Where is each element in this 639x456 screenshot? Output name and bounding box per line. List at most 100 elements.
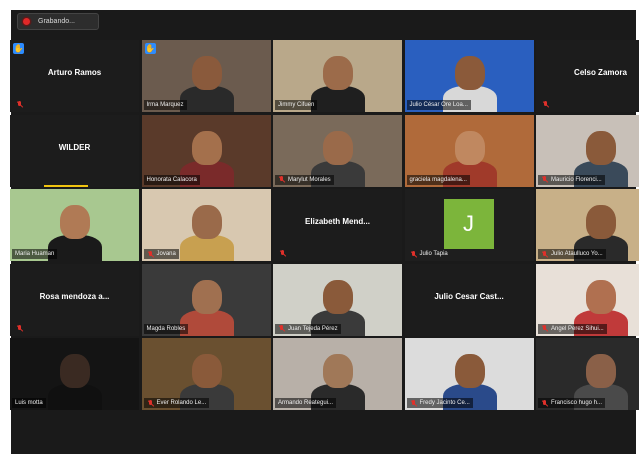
participant-name: Julio Ataulluco Yo...	[551, 251, 603, 257]
participant-tile[interactable]: Mauricio Florenci...	[536, 114, 639, 187]
participant-tile[interactable]: Jimmy Cifuen	[273, 40, 402, 112]
participant-face	[586, 205, 616, 239]
muted-mic-icon	[147, 250, 154, 258]
participant-name-label: Fredy Jacinto Ce...	[406, 398, 473, 408]
muted-mic-icon	[541, 176, 548, 183]
participant-name: Fredy Jacinto Ce...	[419, 400, 470, 406]
participant-name: Luis motta	[15, 400, 43, 406]
participant-face	[454, 354, 485, 388]
speaking-indicator	[44, 184, 88, 187]
muted-mic-icon	[542, 101, 549, 108]
participant-face	[323, 354, 353, 388]
participant-name: graciela magdalena...	[409, 176, 467, 183]
participant-tile[interactable]: Juan Tejeda Pérez	[273, 263, 402, 336]
muted-mic-icon	[278, 325, 285, 332]
muted-mic-icon	[279, 250, 286, 257]
participant-tile[interactable]: Elizabeth Mend...	[273, 189, 402, 261]
participant-face	[586, 279, 616, 314]
participant-name: Rosa mendoza a...	[39, 291, 110, 301]
participant-face	[191, 354, 222, 388]
participant-tile[interactable]: Angel Perez Sihui...	[536, 263, 639, 336]
participant-face	[60, 205, 90, 239]
recording-indicator[interactable]: Grabando...	[17, 13, 99, 30]
participant-tile[interactable]: Ever Rolando Le...	[141, 338, 271, 410]
participant-tile[interactable]: Francisco hugo h...	[536, 338, 639, 410]
participant-name: Celso Zamora	[574, 68, 627, 77]
muted-mic-icon	[278, 176, 285, 183]
participant-tile[interactable]: Magda Robles	[141, 263, 271, 336]
participant-name: WILDER	[58, 142, 91, 152]
participant-face	[323, 279, 353, 314]
participant-name: Mauricio Florenci...	[551, 176, 602, 183]
participant-name-label: Julio César Ore Loa...	[406, 100, 471, 110]
participant-tile[interactable]: Julio Ataulluco Yo...	[536, 189, 639, 261]
participant-name: Juan Tejeda Pérez	[288, 325, 338, 332]
participant-name: Elizabeth Mend...	[305, 217, 370, 226]
participant-avatar: J	[443, 199, 494, 249]
participant-name: Armando Reategui...	[278, 400, 334, 406]
raised-hand-icon: ✋	[144, 43, 156, 54]
participant-face	[454, 56, 485, 90]
participant-name: Arturo Ramos	[47, 68, 102, 77]
participant-tile[interactable]: Fredy Jacinto Ce...	[404, 338, 534, 410]
participant-name: Marylut Morales	[288, 176, 331, 183]
participant-face	[191, 279, 222, 314]
raised-hand-icon: ✋	[13, 43, 24, 54]
muted-mic-icon	[541, 399, 548, 407]
participant-name-label: Magda Robles	[143, 323, 189, 334]
recording-bar: Grabando...	[11, 10, 636, 34]
participant-tile[interactable]: Maria Huaman	[10, 189, 139, 261]
muted-mic-icon	[541, 325, 548, 332]
participant-face	[454, 130, 485, 165]
participant-tile[interactable]: Marylut Morales	[273, 114, 402, 187]
participant-name-label: Mauricio Florenci...	[538, 174, 605, 185]
participant-face	[323, 56, 353, 90]
participant-name: Angel Perez Sihui...	[551, 325, 604, 332]
participant-name: Honorata Calacora	[146, 176, 197, 183]
participant-name: Francisco hugo h...	[551, 400, 603, 406]
participant-tile[interactable]: J Julio Tapia	[404, 189, 534, 261]
participant-name: Julio Cesar Cast...	[434, 291, 504, 301]
muted-mic-icon	[410, 250, 417, 258]
participant-face	[586, 354, 616, 388]
participant-name: Jimmy Cifuen	[278, 102, 315, 108]
participant-tile[interactable]: Julio César Ore Loa...	[404, 40, 534, 112]
participant-name-label: Jovana	[143, 249, 179, 259]
participant-name-label: Marylut Morales	[275, 174, 334, 185]
participant-name: Maria Huaman	[15, 251, 55, 257]
participant-name-label: graciela magdalena...	[406, 174, 470, 185]
muted-mic-icon	[410, 399, 417, 407]
participant-name: Irma Marquez	[146, 102, 184, 108]
participant-name-label: Ever Rolando Le...	[143, 398, 210, 408]
participant-name: Jovana	[156, 251, 176, 257]
participant-tile[interactable]: Armando Reategui...	[273, 338, 402, 410]
participant-tile[interactable]: Celso Zamora	[536, 40, 639, 112]
participant-face	[191, 56, 222, 90]
participant-tile[interactable]: Luis motta	[10, 338, 139, 410]
participant-tile[interactable]: Rosa mendoza a...	[10, 263, 139, 336]
participant-name-label: Julio Tapia	[407, 249, 451, 259]
participant-tile[interactable]: Jovana	[141, 189, 271, 261]
participant-name: Magda Robles	[146, 325, 186, 332]
participant-tile[interactable]: Arturo Ramos ✋	[10, 40, 139, 112]
participant-tile[interactable]: Julio Cesar Cast...	[404, 263, 534, 336]
participant-tile[interactable]: graciela magdalena...	[404, 114, 534, 187]
participant-name-label: Irma Marquez	[143, 100, 187, 110]
participant-name-label: Maria Huaman	[12, 249, 58, 259]
participant-tile[interactable]: WILDER	[10, 114, 139, 187]
participant-name: Julio Tapia	[419, 251, 448, 257]
participant-face	[586, 130, 616, 165]
participant-tile[interactable]: Honorata Calacora	[141, 114, 271, 187]
muted-mic-icon	[16, 101, 23, 108]
participant-name-label: Julio Ataulluco Yo...	[538, 249, 606, 259]
recording-label: Grabando...	[38, 18, 75, 25]
participant-name-label: Francisco hugo h...	[538, 398, 606, 408]
participant-name: Julio César Ore Loa...	[409, 102, 468, 108]
participant-tile[interactable]: Irma Marquez ✋	[141, 40, 271, 112]
participant-name-label: Juan Tejeda Pérez	[275, 323, 341, 334]
participant-name: Ever Rolando Le...	[156, 400, 207, 406]
participant-face	[191, 130, 222, 165]
participant-face	[60, 354, 90, 388]
participant-name-label: Honorata Calacora	[143, 174, 200, 185]
muted-mic-icon	[541, 250, 548, 258]
